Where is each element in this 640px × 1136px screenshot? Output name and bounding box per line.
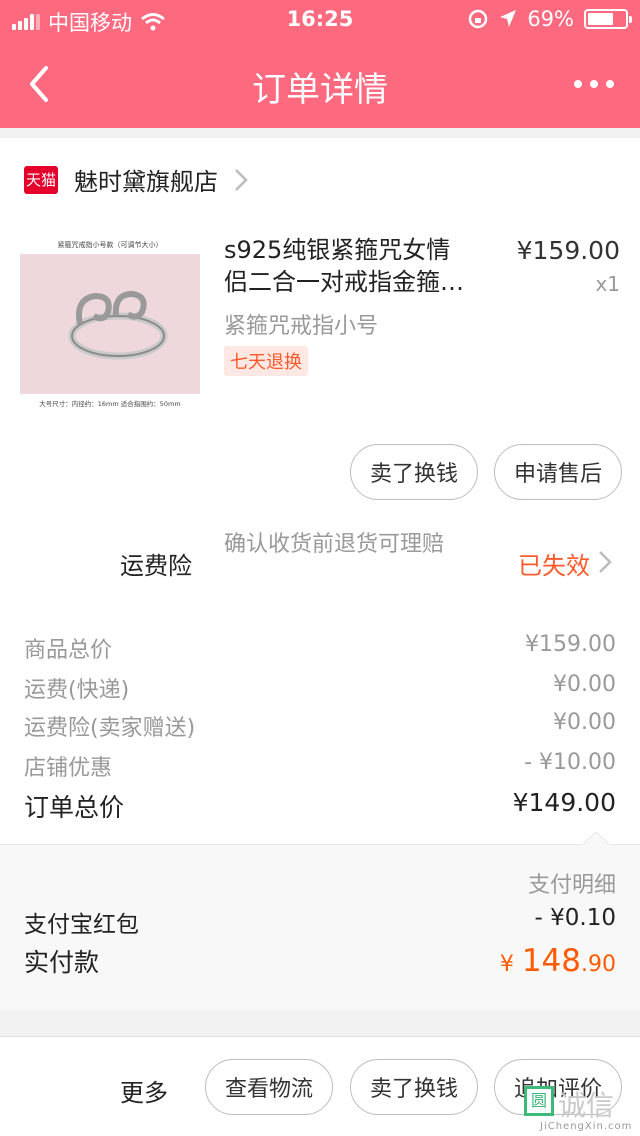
product-image[interactable]: 紧箍咒戒指小号款（可调节大小） 大号尺寸：内径约：16mm 适合指围约：50mm	[20, 238, 200, 414]
chevron-right-icon[interactable]	[598, 550, 612, 574]
image-caption-top: 紧箍咒戒指小号款（可调节大小）	[57, 241, 163, 249]
image-caption-bottom: 大号尺寸：内径约：16mm 适合指围约：50mm	[39, 400, 181, 408]
sell-button[interactable]: 卖了换钱	[350, 1059, 478, 1115]
watermark-text: 诚信	[558, 1089, 615, 1122]
fee-label: 商品总价	[24, 638, 113, 663]
paid-label: 实付款	[24, 948, 100, 977]
return-policy-badge: 七天退换	[224, 346, 308, 376]
location-icon	[500, 10, 517, 27]
after-sale-button[interactable]: 申请售后	[494, 444, 622, 500]
fee-label: 店铺优惠	[24, 756, 113, 781]
insurance-label: 运费险	[120, 552, 192, 580]
fee-label: 运费险(卖家赠送)	[24, 716, 196, 741]
payment-summary: 支付明细 支付宝红包 - ¥0.10 实付款 ¥ 148.90	[0, 831, 640, 1010]
fee-row-subtotal: 商品总价 ¥159.00	[24, 632, 616, 664]
product-quantity: x1	[595, 272, 620, 296]
fee-label: 运费(快递)	[24, 678, 130, 703]
paid-integer: 148	[521, 943, 581, 979]
product-title-line2: 侣二合一对戒指金箍…	[224, 268, 464, 296]
caret-up-icon	[582, 831, 610, 845]
insurance-status[interactable]: 已失效	[518, 546, 590, 581]
battery-icon	[584, 9, 632, 29]
shop-row[interactable]: 天猫 魅时黛旗舰店	[24, 162, 248, 197]
watermark-logo: 圆	[524, 1086, 554, 1116]
fee-row-shipping: 运费(快递) ¥0.00	[24, 672, 616, 704]
watermark-url: JiChengXin.com	[540, 1121, 633, 1132]
payment-detail-link[interactable]: 支付明细	[528, 867, 616, 899]
fee-value: ¥159.00	[525, 632, 616, 657]
battery-percent: 69%	[527, 7, 574, 31]
ring-image	[68, 290, 168, 360]
tmall-badge: 天猫	[24, 165, 58, 194]
more-button[interactable]: 更多	[120, 1073, 168, 1108]
watermark: 圆 诚信 JiChengXin.com	[524, 1084, 636, 1132]
paid-currency: ¥	[499, 952, 514, 977]
product-title[interactable]: s925纯银紧箍咒女情 侣二合一对戒指金箍…	[224, 234, 496, 298]
order-total-label: 订单总价	[24, 793, 125, 822]
more-options-icon[interactable]	[574, 80, 614, 88]
product-spec: 紧箍咒戒指小号	[224, 314, 379, 339]
header-bar: 中国移动 16:25 69% 订单详情	[0, 0, 640, 128]
redpacket-label: 支付宝红包	[24, 912, 139, 938]
page-title: 订单详情	[252, 70, 388, 110]
fee-row-discount: 店铺优惠 - ¥10.00	[24, 750, 616, 782]
redpacket-row: 支付宝红包 - ¥0.10	[24, 905, 616, 939]
paid-amount: ¥ 148.90	[500, 943, 616, 979]
status-bar: 中国移动 16:25 69%	[0, 0, 640, 40]
view-logistics-button[interactable]: 查看物流	[205, 1059, 333, 1115]
paid-decimal: .90	[581, 952, 616, 977]
order-total-row: 订单总价 ¥149.00	[24, 788, 616, 824]
chevron-right-icon	[235, 168, 248, 191]
insurance-description: 确认收货前退货可理赔	[224, 532, 445, 557]
fee-value: ¥0.00	[553, 710, 616, 735]
rotation-lock-icon	[469, 9, 488, 29]
product-price: ¥159.00	[516, 236, 620, 265]
sell-button[interactable]: 卖了换钱	[350, 444, 478, 500]
paid-row: 实付款 ¥ 148.90	[24, 943, 616, 979]
redpacket-value: - ¥0.10	[534, 905, 616, 931]
fee-row-insurance: 运费险(卖家赠送) ¥0.00	[24, 710, 616, 742]
shop-name: 魅时黛旗舰店	[74, 168, 218, 196]
order-total-value: ¥149.00	[512, 788, 616, 817]
fee-value: - ¥10.00	[524, 750, 616, 775]
product-title-line1: s925纯银紧箍咒女情	[224, 236, 451, 264]
fee-value: ¥0.00	[553, 672, 616, 697]
